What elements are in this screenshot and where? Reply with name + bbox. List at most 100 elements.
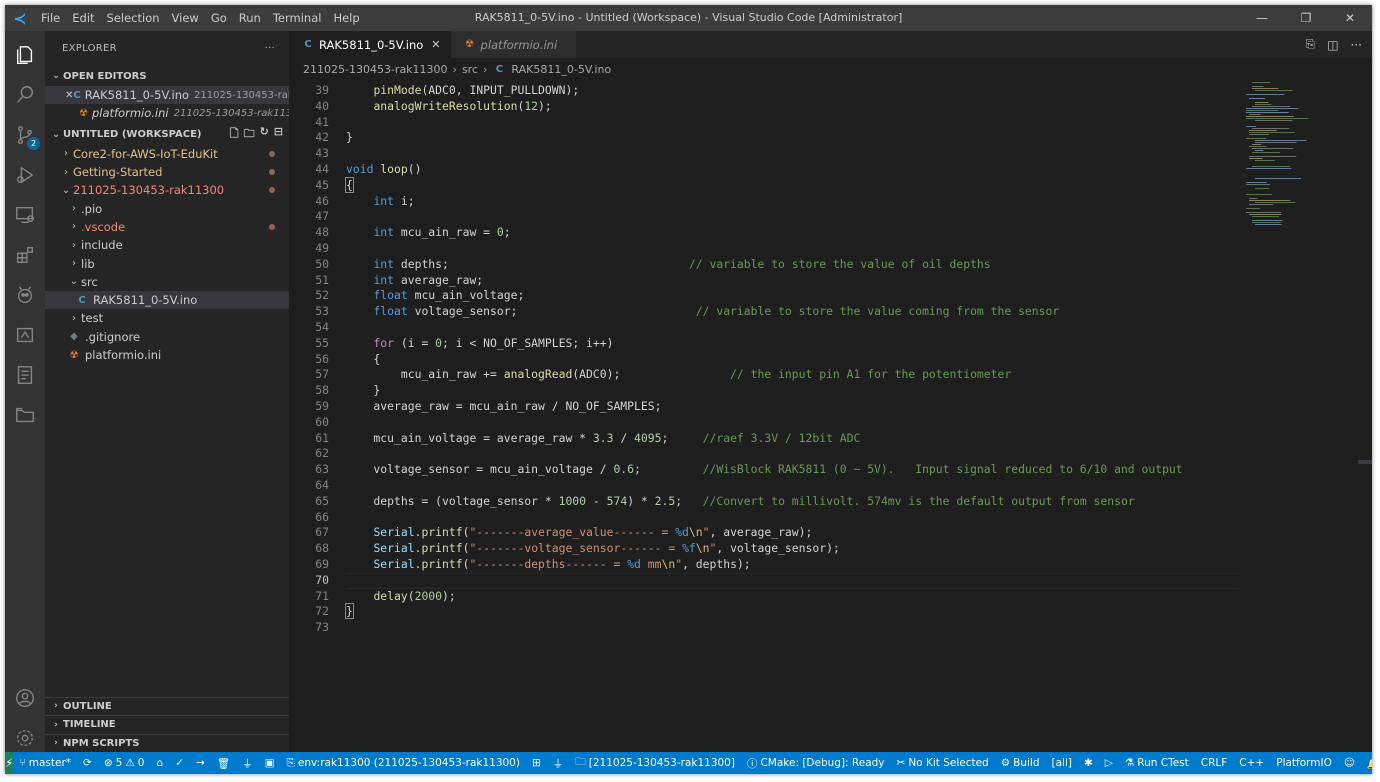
code-line[interactable]: pinMode(ADC0, INPUT_PULLDOWN);	[346, 83, 579, 99]
sync-icon[interactable]: ⟳	[77, 757, 98, 769]
cmake-status[interactable]: ⓘ CMake: [Debug]: Ready	[741, 756, 891, 771]
tree-folder[interactable]: › include	[45, 236, 289, 254]
code-line[interactable]: }	[345, 603, 354, 620]
code-line[interactable]: {	[345, 176, 354, 194]
code-line[interactable]: delay(2000);	[346, 589, 455, 605]
explorer-icon[interactable]	[5, 35, 45, 75]
tree-folder[interactable]: ⌄ 211025-130453-rak11300	[45, 181, 289, 199]
folder-icon[interactable]	[5, 395, 45, 435]
code-line[interactable]: {	[346, 352, 380, 368]
code-line[interactable]: float voltage_sensor; // variable to sto…	[346, 304, 1059, 320]
build-target[interactable]: [all]	[1046, 757, 1078, 769]
tree-folder[interactable]: › .vscode	[45, 218, 289, 236]
tree-folder[interactable]: › .pio	[45, 199, 289, 217]
code-line[interactable]: void loop()	[346, 162, 421, 178]
menu-run[interactable]: Run	[233, 5, 267, 31]
code-line[interactable]: int i;	[346, 194, 414, 210]
remote-explorer-icon[interactable]	[5, 195, 45, 235]
menu-selection[interactable]: Selection	[101, 5, 166, 31]
breadcrumb-item[interactable]: src	[462, 63, 478, 76]
account-icon[interactable]	[5, 678, 45, 718]
breadcrumb-item[interactable]: 211025-130453-rak11300	[303, 63, 448, 76]
problems-indicator[interactable]: ⊗ 5 ⚠ 0	[98, 757, 151, 769]
split-editor-icon[interactable]: ◫	[1327, 38, 1338, 52]
platformio-icon[interactable]	[5, 275, 45, 315]
pio-clean-icon[interactable]: 🗑	[211, 757, 236, 770]
refresh-icon[interactable]: ↻	[260, 125, 269, 144]
open-editor-item[interactable]: ☢ platformio.ini 211025-130453-rak11300	[45, 104, 289, 122]
minimize-button[interactable]: —	[1240, 5, 1284, 31]
run-ctest-button[interactable]: ⚗ Run CTest	[1119, 757, 1195, 769]
document-icon[interactable]	[5, 355, 45, 395]
tree-file[interactable]: C RAK5811_0-5V.ino	[45, 290, 289, 310]
timeline-header[interactable]: › TIMELINE	[45, 715, 289, 734]
code-line[interactable]: Serial.printf("-------depths------ = %d …	[346, 557, 750, 573]
workspace-header[interactable]: ⌄ UNTITLED (WORKSPACE) 🗋 🗀 ↻ ⊟	[45, 125, 289, 145]
tree-folder[interactable]: › lib	[45, 254, 289, 272]
code-line[interactable]: int depths; // variable to store the val…	[346, 257, 990, 273]
plug-icon[interactable]: ⏚	[547, 756, 570, 771]
menu-edit[interactable]: Edit	[66, 5, 100, 31]
code-line[interactable]: int mcu_ain_raw = 0;	[346, 225, 510, 241]
pio-serial-icon[interactable]: ⏚	[236, 756, 259, 771]
open-editors-header[interactable]: ⌄ OPEN EDITORS	[45, 66, 289, 86]
code-line[interactable]: analogWriteResolution(12);	[346, 99, 551, 115]
more-actions-icon[interactable]: ···	[1351, 38, 1362, 52]
restore-button[interactable]: ❐	[1284, 5, 1328, 31]
code-line[interactable]: average_raw = mcu_ain_raw / NO_OF_SAMPLE…	[346, 399, 661, 415]
code-line[interactable]: for (i = 0; i < NO_OF_SAMPLES; i++)	[346, 336, 613, 352]
pio-home-icon[interactable]: ⌂	[150, 757, 169, 769]
platformio-status[interactable]: PlatformIO	[1270, 757, 1338, 770]
kit-selector[interactable]: ✂ No Kit Selected	[891, 757, 995, 769]
menu-go[interactable]: Go	[205, 5, 233, 31]
code-editor[interactable]: 39 pinMode(ADC0, INPUT_PULLDOWN); 40 anal…	[289, 80, 1239, 752]
compare-icon[interactable]: ⎘	[1306, 37, 1316, 52]
add-icon[interactable]: ⊞	[526, 757, 547, 769]
code-line[interactable]: Serial.printf("-------voltage_sensor----…	[346, 541, 839, 557]
tree-folder[interactable]: ⌄ src	[45, 273, 289, 291]
code-line[interactable]: voltage_sensor = mcu_ain_voltage / 0.6; …	[346, 462, 1182, 478]
run-debug-icon[interactable]	[5, 155, 45, 195]
close-icon[interactable]: ✕	[65, 90, 73, 101]
pio-terminal-icon[interactable]: ▣	[259, 757, 281, 769]
menu-help[interactable]: Help	[327, 5, 365, 31]
tree-folder[interactable]: › Getting-Started	[45, 163, 289, 181]
new-file-icon[interactable]: 🗋	[230, 125, 239, 144]
code-line[interactable]: Serial.printf("-------average_value-----…	[346, 525, 812, 541]
cmake-build-button[interactable]: ⚙ Build	[995, 757, 1046, 769]
tree-file[interactable]: ◆ .gitignore	[45, 328, 289, 346]
remote-icon[interactable]: ⚡	[5, 752, 14, 774]
serial-monitor-icon[interactable]	[5, 315, 45, 355]
new-folder-icon[interactable]: 🗀	[244, 125, 255, 144]
collapse-all-icon[interactable]: ⊟	[274, 125, 283, 144]
menu-view[interactable]: View	[166, 5, 205, 31]
breadcrumb-item[interactable]: RAK5811_0-5V.ino	[511, 63, 611, 76]
eol-selector[interactable]: CRLF	[1195, 757, 1234, 770]
code-line[interactable]: mcu_ain_voltage = average_raw * 3.3 / 40…	[346, 431, 860, 447]
search-icon[interactable]	[5, 75, 45, 115]
language-selector[interactable]: C++	[1233, 757, 1270, 770]
tree-file[interactable]: ☢ platformio.ini	[45, 346, 289, 364]
pio-env-selector[interactable]: ⎘ env:rak11300 (211025-130453-rak11300)	[281, 757, 526, 770]
code-line[interactable]: }	[346, 383, 380, 399]
npm-scripts-header[interactable]: › NPM SCRIPTS	[45, 733, 289, 753]
scrollbar[interactable]	[1358, 80, 1372, 752]
code-line[interactable]: float mcu_ain_voltage;	[346, 288, 524, 304]
tree-folder[interactable]: › test	[45, 309, 289, 327]
tab-rak5811-ino[interactable]: C RAK5811_0-5V.ino ✕	[289, 31, 451, 58]
menu-terminal[interactable]: Terminal	[267, 5, 328, 31]
source-control-icon[interactable]: 2	[5, 115, 45, 155]
branch-indicator[interactable]: ⑂ master*	[13, 757, 77, 769]
open-editor-item[interactable]: ✕ C RAK5811_0-5V.ino 211025-130453-rak1.…	[45, 86, 289, 105]
debug-bug-icon[interactable]: ✱	[1078, 757, 1099, 769]
code-line[interactable]: depths = (voltage_sensor * 1000 - 574) *…	[346, 494, 1134, 510]
pio-build-icon[interactable]: ✓	[169, 757, 190, 769]
code-line[interactable]: mcu_ain_raw += analogRead(ADC0); // the …	[346, 367, 1011, 383]
menu-file[interactable]: File	[35, 5, 66, 31]
notifications-bell-icon[interactable]: 🔔	[1361, 757, 1372, 770]
more-actions-icon[interactable]: ···	[265, 43, 275, 54]
tree-folder[interactable]: › Core2-for-AWS-IoT-EduKit	[45, 145, 289, 163]
run-icon[interactable]: ▷	[1099, 757, 1119, 769]
project-folder[interactable]: 🗀 [211025-130453-rak11300]	[569, 754, 741, 772]
tab-platformio-ini[interactable]: ☢ platformio.ini	[450, 31, 576, 58]
